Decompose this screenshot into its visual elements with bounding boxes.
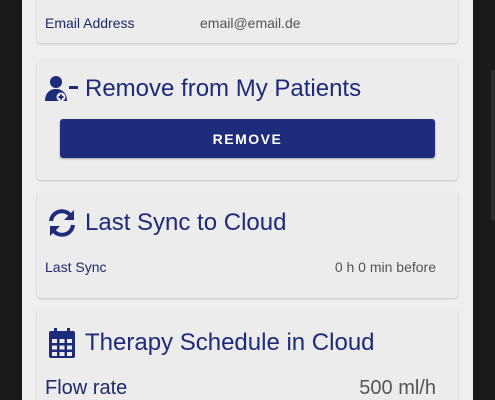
remove-card-title-text: Remove from My Patients — [85, 75, 362, 102]
therapy-card-title-text: Therapy Schedule in Cloud — [85, 329, 375, 356]
sync-card-title-text: Last Sync to Cloud — [85, 209, 287, 236]
flow-rate-value: 500 ml/h — [359, 377, 436, 399]
email-value: email@email.de — [200, 15, 301, 31]
email-label: Email Address — [45, 15, 135, 31]
sync-card-title: Last Sync to Cloud — [45, 208, 286, 238]
sync-icon — [45, 208, 79, 238]
therapy-card-title: Therapy Schedule in Cloud — [45, 328, 375, 358]
last-sync-value: 0 h 0 min before — [334, 259, 436, 275]
app-screen: Email Address email@email.de Remove from… — [22, 0, 473, 400]
user-minus-icon — [45, 74, 79, 104]
phone-frame: Email Address email@email.de Remove from… — [0, 0, 495, 400]
last-sync-label: Last Sync — [45, 259, 107, 275]
phone-side-button — [491, 70, 495, 220]
remove-card-title: Remove from My Patients — [45, 74, 361, 104]
flow-rate-label: Flow rate — [45, 377, 128, 399]
remove-button[interactable]: REMOVE — [60, 119, 435, 158]
calendar-icon — [45, 328, 79, 358]
